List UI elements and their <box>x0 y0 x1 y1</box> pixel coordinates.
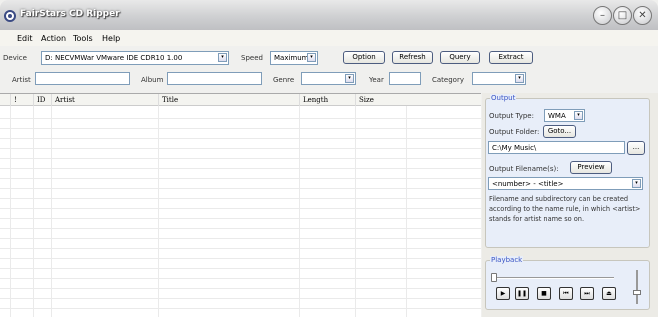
artist-label: Artist <box>12 76 31 84</box>
output-note: Filename and subdirectory can be created… <box>489 195 641 223</box>
year-input[interactable] <box>389 72 421 85</box>
window-title: FairStars CD Ripper <box>20 9 120 19</box>
menu-action[interactable]: Action <box>41 34 66 43</box>
menu-edit[interactable]: Edit <box>17 34 33 43</box>
category-label: Category <box>432 76 464 84</box>
album-label: Album <box>141 76 164 84</box>
output-folder-label: Output Folder: <box>489 128 540 136</box>
grid-row-line <box>0 128 481 129</box>
grid-column-line <box>406 106 407 317</box>
seek-slider-thumb[interactable] <box>491 273 497 282</box>
output-filename-label: Output Filename(s): <box>489 165 559 173</box>
chevron-down-icon[interactable]: ▾ <box>307 53 316 62</box>
grid-column-line <box>33 106 34 317</box>
output-type-label: Output Type: <box>489 112 534 120</box>
output-filename-select[interactable]: <number> - <title> ▾ <box>488 177 643 190</box>
chevron-down-icon[interactable]: ▾ <box>632 179 641 188</box>
pause-icon[interactable]: ❚❚ <box>515 287 529 300</box>
grid-column-line <box>51 106 52 317</box>
grid-row-line <box>0 208 481 209</box>
grid-row-line <box>0 228 481 229</box>
title-bar[interactable]: FairStars CD Ripper – □ ✕ <box>0 0 658 30</box>
grid-row-line <box>0 238 481 239</box>
stop-icon[interactable]: ■ <box>537 287 551 300</box>
grid-row-line <box>0 158 481 159</box>
grid-column-line <box>299 106 300 317</box>
play-icon[interactable]: ▶ <box>496 287 510 300</box>
grid-row-line <box>0 288 481 289</box>
column-flag[interactable]: ! <box>10 94 32 106</box>
previous-icon[interactable]: ⏮ <box>559 287 573 300</box>
grid-row-line <box>0 248 481 249</box>
grid-row-line <box>0 118 481 119</box>
preview-button[interactable]: Preview <box>570 161 612 174</box>
column-title[interactable]: Title <box>158 94 299 106</box>
grid-row-line <box>0 138 481 139</box>
chevron-down-icon[interactable]: ▾ <box>574 111 583 120</box>
column-id[interactable]: ID <box>33 94 50 106</box>
browse-button[interactable]: ... <box>627 141 645 155</box>
menu-help[interactable]: Help <box>102 34 120 43</box>
grid-row-line <box>0 258 481 259</box>
maximize-icon[interactable]: □ <box>613 6 632 25</box>
volume-slider-thumb[interactable] <box>633 290 641 295</box>
genre-label: Genre <box>273 76 295 84</box>
speed-select[interactable]: Maximum ▾ <box>270 51 318 65</box>
goto-button[interactable]: Goto... <box>543 125 576 138</box>
device-value: D: NECVMWar VMware IDE CDR10 1.00 <box>45 54 183 62</box>
volume-slider[interactable] <box>636 270 638 304</box>
grid-row-line <box>0 178 481 179</box>
minimize-icon[interactable]: – <box>593 6 612 25</box>
grid-row-line <box>0 268 481 269</box>
album-input[interactable] <box>167 72 262 85</box>
menu-bar: Edit Action Tools Help <box>0 30 658 46</box>
extract-button[interactable]: Extract <box>489 51 533 64</box>
query-button[interactable]: Query <box>440 51 480 64</box>
output-type-select[interactable]: WMA ▾ <box>544 109 585 122</box>
grid-row-line <box>0 298 481 299</box>
playback-group: Playback <box>485 256 650 310</box>
close-icon[interactable]: ✕ <box>633 6 652 25</box>
option-button[interactable]: Option <box>343 51 385 64</box>
grid-row-line <box>0 198 481 199</box>
column-size[interactable]: Size <box>355 94 406 106</box>
output-group-title: Output <box>490 94 517 102</box>
eject-icon[interactable]: ⏏ <box>602 287 616 300</box>
output-folder-input[interactable]: C:\My Music\ <box>488 141 625 154</box>
menu-tools[interactable]: Tools <box>73 34 93 43</box>
app-icon <box>4 10 16 22</box>
artist-input[interactable] <box>35 72 130 85</box>
grid-row-line <box>0 278 481 279</box>
grid-row-line <box>0 308 481 309</box>
next-icon[interactable]: ⏭ <box>580 287 594 300</box>
grid-row-line <box>0 168 481 169</box>
device-select[interactable]: D: NECVMWar VMware IDE CDR10 1.00 ▾ <box>41 51 229 65</box>
main-window: FairStars CD Ripper – □ ✕ Edit Action To… <box>0 0 658 317</box>
chevron-down-icon[interactable]: ▾ <box>515 74 524 83</box>
grid-row-line <box>0 218 481 219</box>
grid-column-line <box>355 106 356 317</box>
chevron-down-icon[interactable]: ▾ <box>345 74 354 83</box>
table-header: ! ID Artist Title Length Size <box>0 94 481 106</box>
column-length[interactable]: Length <box>299 94 355 106</box>
playback-group-title: Playback <box>490 256 524 264</box>
column-artist[interactable]: Artist <box>51 94 158 106</box>
speed-label: Speed <box>241 54 263 62</box>
grid-row-line <box>0 188 481 189</box>
grid-row-line <box>0 148 481 149</box>
seek-slider[interactable] <box>492 277 614 279</box>
speed-value: Maximum <box>274 54 309 62</box>
grid-column-line <box>10 106 11 317</box>
refresh-button[interactable]: Refresh <box>392 51 433 64</box>
output-type-value: WMA <box>548 112 566 120</box>
track-table[interactable]: ! ID Artist Title Length Size <box>0 93 481 317</box>
category-select[interactable]: ▾ <box>472 72 526 85</box>
output-filename-value: <number> - <title> <box>492 180 564 188</box>
device-label: Device <box>3 54 27 62</box>
grid-column-line <box>158 106 159 317</box>
genre-select[interactable]: ▾ <box>301 72 356 85</box>
chevron-down-icon[interactable]: ▾ <box>218 53 227 62</box>
year-label: Year <box>369 76 384 84</box>
